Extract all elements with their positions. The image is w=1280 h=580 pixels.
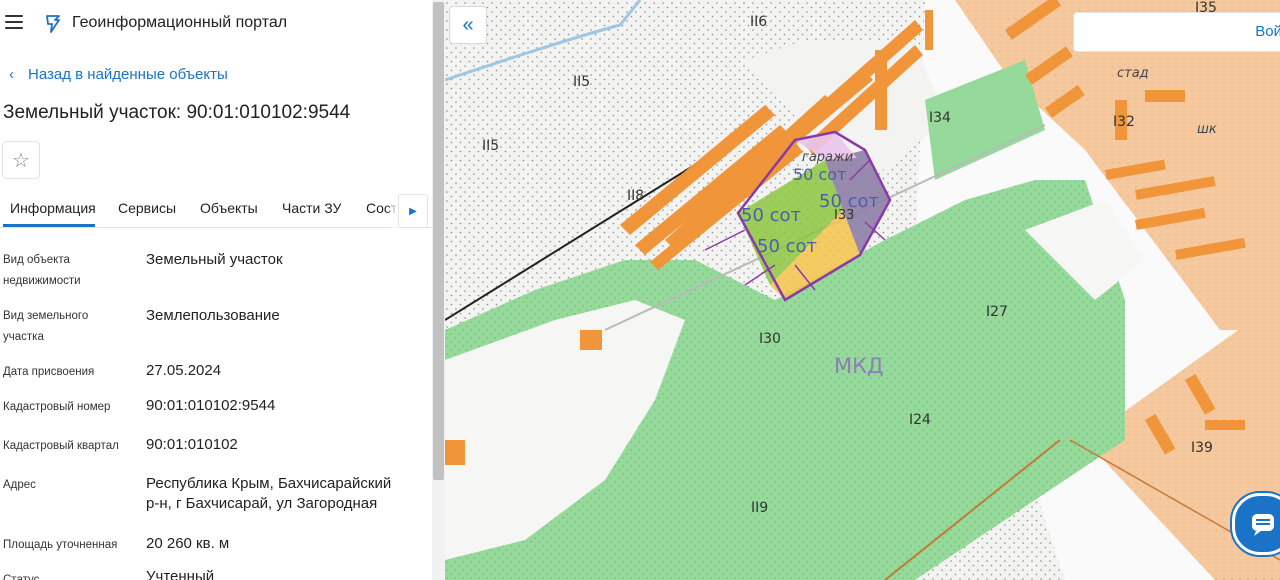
portal-logo-icon: [46, 15, 60, 33]
zone-label: I30: [759, 331, 781, 347]
tab-parts[interactable]: Части ЗУ: [282, 200, 341, 216]
detail-label: Вид земельного участка: [3, 310, 89, 343]
detail-label: Адрес: [3, 479, 36, 491]
zone-label: II9: [751, 500, 769, 516]
detail-value: 90:01:010102:9544: [146, 397, 276, 414]
chat-button[interactable]: [1232, 493, 1280, 555]
detail-value: 20 260 кв. м: [146, 535, 230, 552]
detail-value: Учтенный: [146, 568, 215, 580]
tab-services[interactable]: Сервисы: [118, 200, 176, 216]
zone-label: II5: [573, 74, 591, 90]
object-info-panel: Геоинформационный портал ‹ Назад в найден…: [0, 0, 432, 580]
detail-label: Статус: [3, 574, 40, 580]
detail-label: Дата присвоения: [3, 366, 95, 378]
app-header: Геоинформационный портал: [0, 0, 432, 48]
menu-icon[interactable]: [5, 15, 23, 31]
detail-value: Земельный участок: [146, 251, 283, 268]
detail-label: Кадастровый номер: [3, 401, 111, 413]
detail-value: 27.05.2024: [146, 362, 222, 379]
panel-scrollbar[interactable]: [432, 0, 445, 580]
caret-right-icon: ▶: [409, 205, 417, 217]
favorite-button[interactable]: ☆: [2, 141, 40, 179]
mkd-zone-label: МКД: [834, 354, 884, 378]
back-link-label: Назад в найденные объекты: [28, 66, 228, 83]
detail-value: Землепользование: [146, 307, 280, 324]
active-tab-indicator: [3, 224, 95, 227]
plot-area-label: 50 сот: [757, 236, 818, 257]
detail-value: Республика Крым, Бахчисарайский р-н, г Ба…: [146, 475, 392, 512]
zone-label: I24: [909, 412, 931, 428]
back-to-results-link[interactable]: ‹ Назад в найденные объекты: [9, 66, 228, 83]
plot-area-label: 50 сот: [819, 191, 880, 212]
map-login-label: Вой: [1255, 23, 1280, 40]
map-login-button[interactable]: Вой: [1073, 12, 1280, 52]
detail-label: Кадастровый квартал: [3, 440, 119, 452]
tab-bar: Информация Сервисы Объекты Части ЗУ Сост…: [0, 191, 432, 228]
detail-label: Вид объекта недвижимости: [3, 254, 81, 287]
star-icon: ☆: [12, 149, 30, 172]
plot-area-label: 50 сот: [741, 205, 802, 226]
tab-objects[interactable]: Объекты: [200, 200, 258, 216]
detail-label: Площадь уточненная: [3, 539, 118, 551]
map-canvas[interactable]: [445, 0, 1280, 580]
zone-label: I32: [1113, 114, 1135, 130]
chevron-left-icon: ‹: [9, 66, 14, 83]
detail-value: 90:01:010102: [146, 436, 238, 453]
scrollbar-thumb[interactable]: [433, 2, 444, 480]
app-title: Геоинформационный портал: [72, 14, 288, 31]
place-label: гаражи: [802, 150, 854, 165]
zone-label: I39: [1191, 440, 1213, 456]
chat-icon: [1252, 514, 1274, 536]
tab-information[interactable]: Информация: [10, 200, 96, 216]
double-chevron-left-icon: «: [462, 13, 474, 36]
place-label: шк: [1197, 122, 1217, 137]
zone-label: I34: [929, 110, 951, 126]
zone-label: II6: [750, 14, 768, 30]
zone-label: I27: [986, 304, 1008, 320]
tabs-scroll-right-button[interactable]: ▶: [398, 194, 428, 228]
page-title: Земельный участок: 90:01:010102:9544: [3, 102, 351, 123]
zone-label: II8: [627, 188, 645, 204]
zone-label: II5: [482, 138, 500, 154]
place-label: стад: [1117, 66, 1149, 81]
plot-area-label: 50 сот: [793, 165, 847, 184]
map-view[interactable]: II6 II5 II5 II8 I34 I32 I35 I33 I27 I30 …: [445, 0, 1280, 580]
collapse-panel-button[interactable]: «: [449, 6, 487, 44]
